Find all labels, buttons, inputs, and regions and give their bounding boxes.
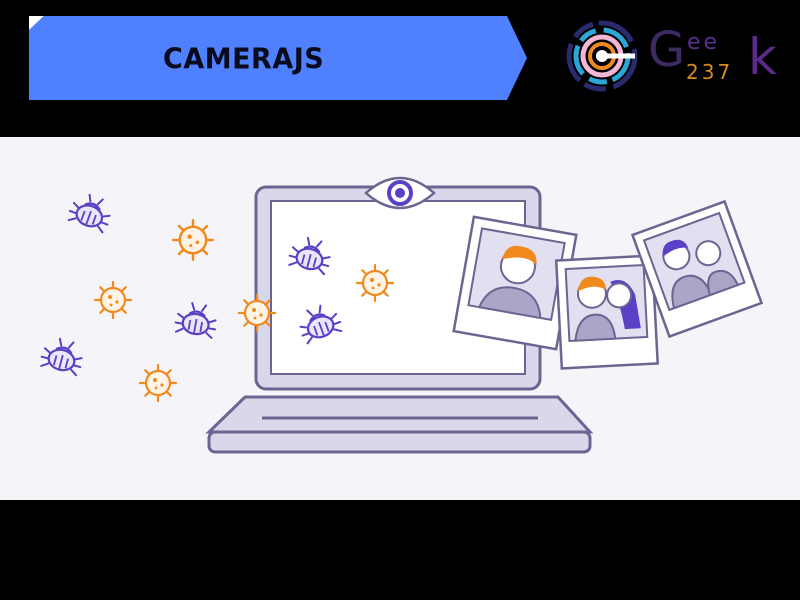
logo-letter-g: G <box>648 22 687 78</box>
logo-letter-k: k <box>748 28 777 86</box>
logo-ee: ee <box>687 30 721 55</box>
footer-band <box>0 500 800 600</box>
logo-icon <box>566 20 638 92</box>
illustration-panel <box>0 137 800 500</box>
illustration <box>38 176 764 454</box>
page-title: CAMERAJS <box>163 43 325 76</box>
logo-digits: 237 <box>686 60 734 84</box>
header-banner: CAMERAJS G ee 237 k <box>0 0 800 137</box>
